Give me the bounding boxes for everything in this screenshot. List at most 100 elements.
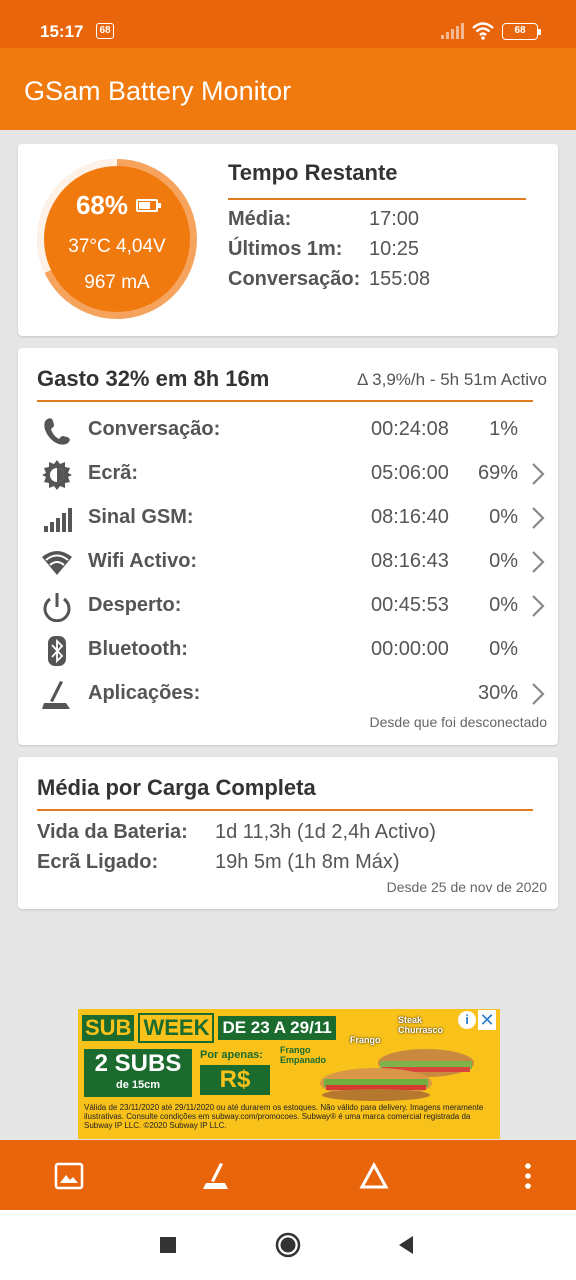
- status-bar: 15:17 68 68: [0, 0, 576, 48]
- battery-current: 967 mA: [84, 272, 150, 293]
- row-percent: 0%: [489, 594, 518, 616]
- ad-legal-text: Válida de 23/11/2020 até 29/11/2020 ou a…: [84, 1103, 484, 1130]
- usage-row-gsm[interactable]: Sinal GSM: 08:16:40 0%: [18, 496, 558, 540]
- remaining-label-average: Média:: [228, 208, 292, 230]
- back-icon[interactable]: [393, 1232, 419, 1258]
- usage-divider: [37, 400, 533, 402]
- phone-icon: [44, 418, 70, 445]
- bottom-toolbar: [0, 1140, 576, 1210]
- row-label: Wifi Activo:: [88, 550, 198, 572]
- row-label: Ecrã:: [88, 462, 139, 484]
- usage-footnote: Desde que foi desconectado: [369, 714, 547, 730]
- ad-tag-empanado: Frango Empanado: [280, 1045, 327, 1065]
- chevron-right-icon[interactable]: [530, 462, 546, 486]
- temperature-voltage: 37°C 4,04V: [68, 236, 166, 257]
- ad-week: WEEK: [138, 1013, 215, 1043]
- power-icon: [43, 593, 71, 622]
- row-label: Aplicações:: [88, 682, 201, 704]
- average-footnote: Desde 25 de nov de 2020: [386, 879, 547, 895]
- usage-card: Gasto 32% em 8h 16m Δ 3,9%/h - 5h 51m Ac…: [18, 348, 558, 745]
- status-icons: 68: [440, 22, 541, 40]
- row-percent: 0%: [489, 550, 518, 572]
- home-icon[interactable]: [275, 1232, 301, 1258]
- battery-status-icon: 68: [502, 22, 541, 40]
- remaining-title: Tempo Restante: [228, 160, 398, 185]
- ad-dates: DE 23 A 29/11: [218, 1016, 336, 1040]
- row-label: Sinal GSM:: [88, 506, 194, 528]
- apps-icon[interactable]: [200, 1160, 232, 1192]
- sandwich-image: [320, 1049, 474, 1101]
- wifi-status-icon: [472, 22, 494, 40]
- remaining-label-talk: Conversação:: [228, 268, 361, 290]
- row-time: 05:06:00: [371, 462, 449, 484]
- usage-title: Gasto 32% em 8h 16m: [37, 366, 270, 391]
- apps-icon: [42, 681, 70, 709]
- ad-close-icon[interactable]: ✕: [478, 1010, 496, 1030]
- bluetooth-icon: [48, 636, 66, 666]
- row-percent: 1%: [489, 418, 518, 440]
- chevron-right-icon[interactable]: [530, 682, 546, 706]
- average-title: Média por Carga Completa: [37, 775, 316, 800]
- row-time: 00:45:53: [371, 594, 449, 616]
- wifi-icon: [42, 551, 72, 575]
- usage-row-wifi[interactable]: Wifi Activo: 08:16:43 0%: [18, 540, 558, 584]
- row-time: 08:16:40: [371, 506, 449, 528]
- notification-badge: 68: [96, 23, 114, 39]
- chevron-right-icon[interactable]: [530, 550, 546, 574]
- average-value-battery-life: 1d 11,3h (1d 2,4h Activo): [215, 821, 436, 843]
- ad-tag-frango: Frango: [350, 1035, 381, 1045]
- ad-subs: 2 SUBS: [94, 1050, 182, 1077]
- average-value-screen-on: 19h 5m (1h 8m Máx): [215, 851, 400, 873]
- overflow-menu-icon[interactable]: [512, 1160, 544, 1192]
- ad-info-icon[interactable]: i: [458, 1011, 476, 1029]
- status-time: 15:17: [40, 22, 84, 41]
- ad-subs-box: 2 SUBS de 15cm: [84, 1049, 192, 1097]
- ad-price: R$ 15,90: [200, 1065, 270, 1123]
- row-time: 08:16:43: [371, 550, 449, 572]
- ad-headline: SUB WEEK DE 23 A 29/11: [82, 1013, 336, 1043]
- ad-subs-size: de 15cm: [115, 1079, 161, 1091]
- brightness-icon: [42, 460, 72, 490]
- app-title: GSam Battery Monitor: [24, 76, 292, 106]
- ad-por-apenas: Por apenas:: [200, 1049, 263, 1061]
- battery-icon: [136, 199, 162, 212]
- cell-signal-icon: [441, 23, 464, 39]
- average-label-battery-life: Vida da Bateria:: [37, 821, 188, 843]
- row-label: Desperto:: [88, 594, 182, 616]
- remaining-divider: [228, 198, 526, 200]
- usage-rate: Δ 3,9%/h - 5h 51m Activo: [357, 370, 547, 389]
- usage-row-talk[interactable]: Conversação: 00:24:08 1%: [18, 408, 558, 452]
- remaining-label-last1m: Últimos 1m:: [228, 238, 343, 260]
- battery-percent: 68%: [36, 190, 198, 221]
- row-percent: 30%: [477, 682, 518, 704]
- row-label: Bluetooth:: [88, 638, 188, 660]
- chevron-right-icon[interactable]: [530, 594, 546, 618]
- ad-sub: SUB: [82, 1015, 135, 1041]
- ad-banner[interactable]: SUB WEEK DE 23 A 29/11 2 SUBS de 15cm Po…: [78, 1009, 500, 1139]
- usage-row-bluetooth[interactable]: Bluetooth: 00:00:00 0%: [18, 628, 558, 672]
- system-nav-bar: [0, 1210, 576, 1280]
- signal-icon: [44, 508, 72, 532]
- usage-row-awake[interactable]: Desperto: 00:45:53 0%: [18, 584, 558, 628]
- chevron-right-icon[interactable]: [530, 506, 546, 530]
- ad-tag-steak: Steak Churrasco: [398, 1015, 444, 1035]
- row-time: 00:00:00: [371, 638, 449, 660]
- image-icon[interactable]: [53, 1160, 85, 1192]
- row-percent: 69%: [477, 462, 518, 484]
- average-divider: [37, 809, 533, 811]
- average-label-screen-on: Ecrã Ligado:: [37, 851, 159, 873]
- row-percent: 0%: [489, 506, 518, 528]
- gauge-readout: 68% 37°C 4,04V 967 mA: [36, 158, 198, 320]
- delta-icon[interactable]: [358, 1160, 390, 1192]
- battery-summary-card[interactable]: 68% 37°C 4,04V 967 mA Tempo Restante Méd…: [18, 144, 558, 336]
- usage-row-screen[interactable]: Ecrã: 05:06:00 69%: [18, 452, 558, 496]
- app-bar: GSam Battery Monitor: [0, 48, 576, 130]
- row-time: 00:24:08: [371, 418, 449, 440]
- remaining-value-talk: 155:08: [369, 268, 431, 290]
- usage-row-apps[interactable]: Aplicações: 30%: [18, 672, 558, 716]
- recents-icon[interactable]: [155, 1232, 181, 1258]
- row-percent: 0%: [489, 638, 518, 660]
- average-card: Média por Carga Completa Vida da Bateria…: [18, 757, 558, 909]
- remaining-value-average: 17:00: [369, 208, 420, 230]
- row-label: Conversação:: [88, 418, 221, 440]
